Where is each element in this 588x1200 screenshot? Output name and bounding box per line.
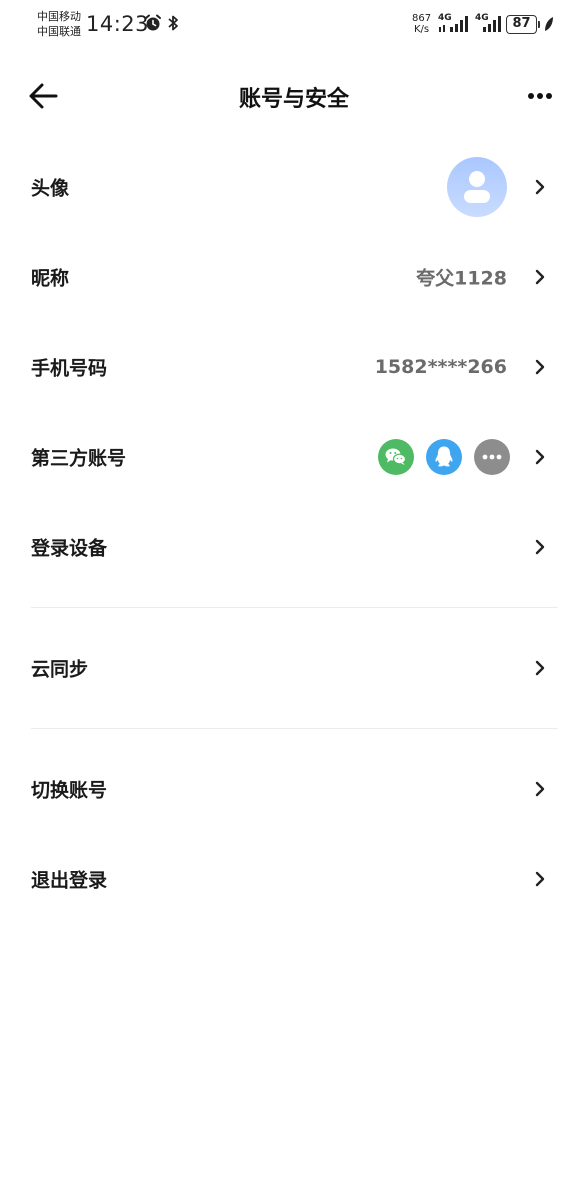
row-phone-number[interactable]: 手机号码 1582****266 — [0, 322, 588, 412]
page-title: 账号与安全 — [238, 87, 349, 112]
more-horizontal-icon — [528, 93, 552, 99]
network-speed: 867 K/s — [412, 13, 431, 35]
battery-icon: 87 — [506, 15, 537, 34]
account-security-screen: 中国移动 中国联通 14:23 867 K/s 4G 4G 87 账号与安全 头… — [0, 0, 588, 1200]
chevron-right-icon — [535, 449, 545, 465]
status-bar: 中国移动 中国联通 14:23 867 K/s 4G 4G 87 — [0, 0, 588, 50]
row-label: 退出登录 — [31, 869, 108, 892]
nickname-value: 夸父1128 — [416, 267, 507, 290]
chevron-right-icon — [535, 539, 545, 555]
row-cloud-sync[interactable]: 云同步 — [0, 623, 588, 713]
row-label: 手机号码 — [31, 357, 108, 380]
carrier-2: 中国联通 — [37, 25, 81, 38]
row-switch-account[interactable]: 切换账号 — [0, 744, 588, 834]
avatar[interactable] — [447, 157, 507, 217]
header-bar: 账号与安全 — [0, 60, 588, 132]
chevron-right-icon — [535, 781, 545, 797]
row-log-out[interactable]: 退出登录 — [0, 834, 588, 924]
divider — [31, 607, 558, 608]
divider — [31, 728, 558, 729]
row-label: 云同步 — [31, 658, 89, 681]
row-label: 昵称 — [31, 267, 70, 290]
row-third-party-accounts[interactable]: 第三方账号 — [0, 412, 588, 502]
bluetooth-icon — [168, 15, 178, 31]
alarm-icon — [145, 14, 161, 31]
net-speed-value: 867 — [412, 13, 432, 24]
user-icon — [464, 171, 490, 203]
signal-type-label: 4G — [475, 13, 489, 23]
more-icon[interactable] — [474, 439, 510, 475]
wechat-icon[interactable] — [378, 439, 414, 475]
phone-value: 1582****266 — [374, 356, 507, 378]
chevron-right-icon — [535, 871, 545, 887]
leaf-icon — [545, 17, 553, 31]
net-speed-unit: K/s — [413, 24, 430, 35]
row-avatar[interactable]: 头像 — [0, 142, 588, 232]
chevron-right-icon — [535, 359, 545, 375]
signal-icon: 4G — [438, 13, 470, 38]
status-time: 14:23 — [86, 12, 150, 36]
chevron-right-icon — [535, 660, 545, 676]
more-options-button[interactable] — [520, 82, 560, 110]
carrier-1: 中国移动 — [37, 10, 81, 23]
row-label: 登录设备 — [31, 537, 108, 560]
row-label: 第三方账号 — [31, 447, 127, 470]
chevron-right-icon — [535, 179, 545, 195]
signal-type-label: 4G — [438, 13, 452, 23]
row-login-devices[interactable]: 登录设备 — [0, 502, 588, 592]
row-nickname[interactable]: 昵称 夸父1128 — [0, 232, 588, 322]
signal-icon: 4G — [475, 13, 503, 38]
third-party-icons — [378, 439, 513, 475]
battery-tip — [538, 21, 540, 28]
qq-icon[interactable] — [426, 439, 462, 475]
chevron-right-icon — [535, 269, 545, 285]
row-label: 切换账号 — [31, 779, 108, 802]
carrier-info: 中国移动 中国联通 — [37, 9, 81, 39]
row-label: 头像 — [31, 177, 70, 200]
